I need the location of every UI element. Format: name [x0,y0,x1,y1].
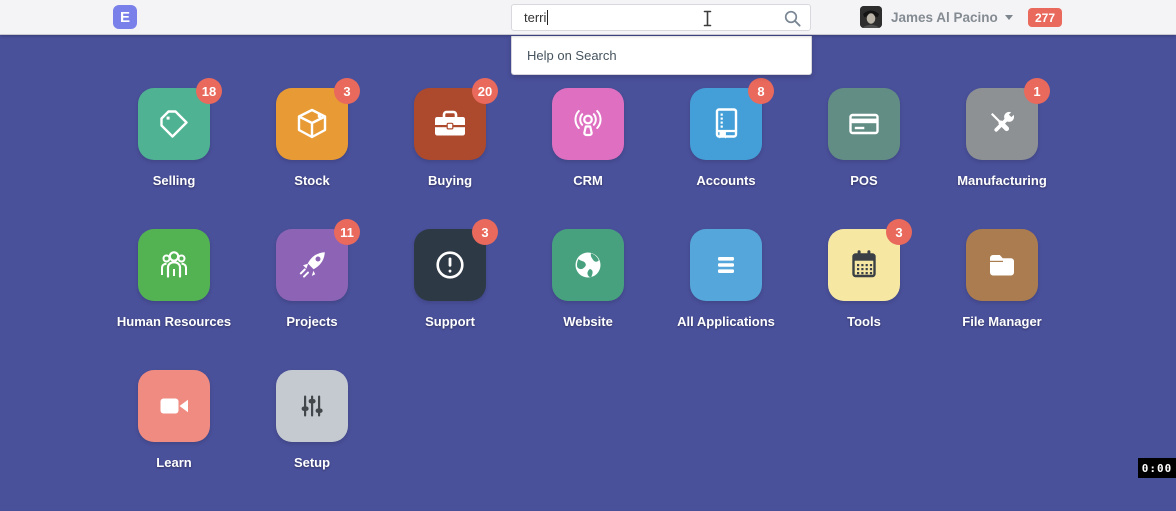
rocket-icon [292,245,332,285]
tag-icon [154,104,194,144]
app-label: Website [563,314,613,329]
app-label: Buying [428,173,472,188]
app-label: Selling [153,173,196,188]
app-label: File Manager [962,314,1041,329]
mouse-ibeam-cursor [702,10,713,27]
app-pos[interactable]: POS [795,88,933,229]
notification-badge: 20 [472,78,498,104]
notification-badge: 18 [196,78,222,104]
app-stock[interactable]: 3 Stock [243,88,381,229]
folder-icon [982,245,1022,285]
notification-badge: 3 [886,219,912,245]
app-label: POS [850,173,877,188]
search-input[interactable] [512,5,786,30]
app-file-manager[interactable]: File Manager [933,229,1071,370]
app-label: Manufacturing [957,173,1047,188]
app-label: Tools [847,314,881,329]
app-tile: 8 [690,88,762,160]
app-grid: 18 Selling 3 Stock 20 [105,88,1071,511]
app-tile: 1 [966,88,1038,160]
app-tile [828,88,900,160]
app-learn[interactable]: Learn [105,370,243,511]
app-tile [552,229,624,301]
wrench-screwdriver-icon [982,104,1022,144]
app-label: CRM [573,173,603,188]
alert-circle-icon [430,245,470,285]
app-logo[interactable]: E [113,5,137,29]
app-manufacturing[interactable]: 1 Manufacturing [933,88,1071,229]
menu-icon [706,245,746,285]
app-label: All Applications [677,314,775,329]
recording-timer: 0:00 [1138,458,1176,478]
search-dropdown: Help on Search [511,36,812,75]
sliders-icon [292,386,332,426]
app-website[interactable]: Website [519,229,657,370]
app-tile [690,229,762,301]
app-crm[interactable]: CRM [519,88,657,229]
notification-badge: 3 [472,219,498,245]
notification-badge: 1 [1024,78,1050,104]
briefcase-icon [430,104,470,144]
app-all-applications[interactable]: All Applications [657,229,795,370]
app-tile [276,370,348,442]
text-caret [547,10,548,25]
app-label: Stock [294,173,329,188]
app-tools[interactable]: 3 Tools [795,229,933,370]
app-tile [966,229,1038,301]
global-search [511,4,811,31]
app-accounts[interactable]: 8 Accounts [657,88,795,229]
app-tile: 20 [414,88,486,160]
top-navbar: E James Al Pacino 277 [0,0,1176,35]
app-projects[interactable]: 11 Projects [243,229,381,370]
search-dropdown-item-help[interactable]: Help on Search [512,48,811,63]
notifications-count-badge[interactable]: 277 [1028,8,1062,27]
app-selling[interactable]: 18 Selling [105,88,243,229]
app-tile: 18 [138,88,210,160]
app-label: Projects [286,314,337,329]
calendar-icon [844,245,884,285]
app-setup[interactable]: Setup [243,370,381,511]
notification-badge: 8 [748,78,774,104]
app-human-resources[interactable]: Human Resources [105,229,243,370]
app-support[interactable]: 3 Support [381,229,519,370]
video-camera-icon [154,386,194,426]
search-icon[interactable] [784,10,801,27]
app-label: Learn [156,455,191,470]
app-tile: 3 [414,229,486,301]
app-tile [138,229,210,301]
user-name: James Al Pacino [891,10,998,25]
app-tile: 11 [276,229,348,301]
globe-icon [568,245,608,285]
people-icon [154,245,194,285]
chevron-down-icon [1005,15,1013,20]
app-label: Support [425,314,475,329]
user-avatar [860,6,882,28]
app-label: Accounts [696,173,755,188]
notification-badge: 11 [334,219,360,245]
credit-card-icon [844,104,884,144]
app-buying[interactable]: 20 Buying [381,88,519,229]
box-icon [292,104,332,144]
app-tile [138,370,210,442]
app-tile [552,88,624,160]
notification-badge: 3 [334,78,360,104]
ledger-icon [706,104,746,144]
app-label: Setup [294,455,330,470]
app-label: Human Resources [117,314,231,329]
app-tile: 3 [276,88,348,160]
app-tile: 3 [828,229,900,301]
user-menu[interactable]: James Al Pacino [860,0,1013,34]
podcast-icon [568,104,608,144]
